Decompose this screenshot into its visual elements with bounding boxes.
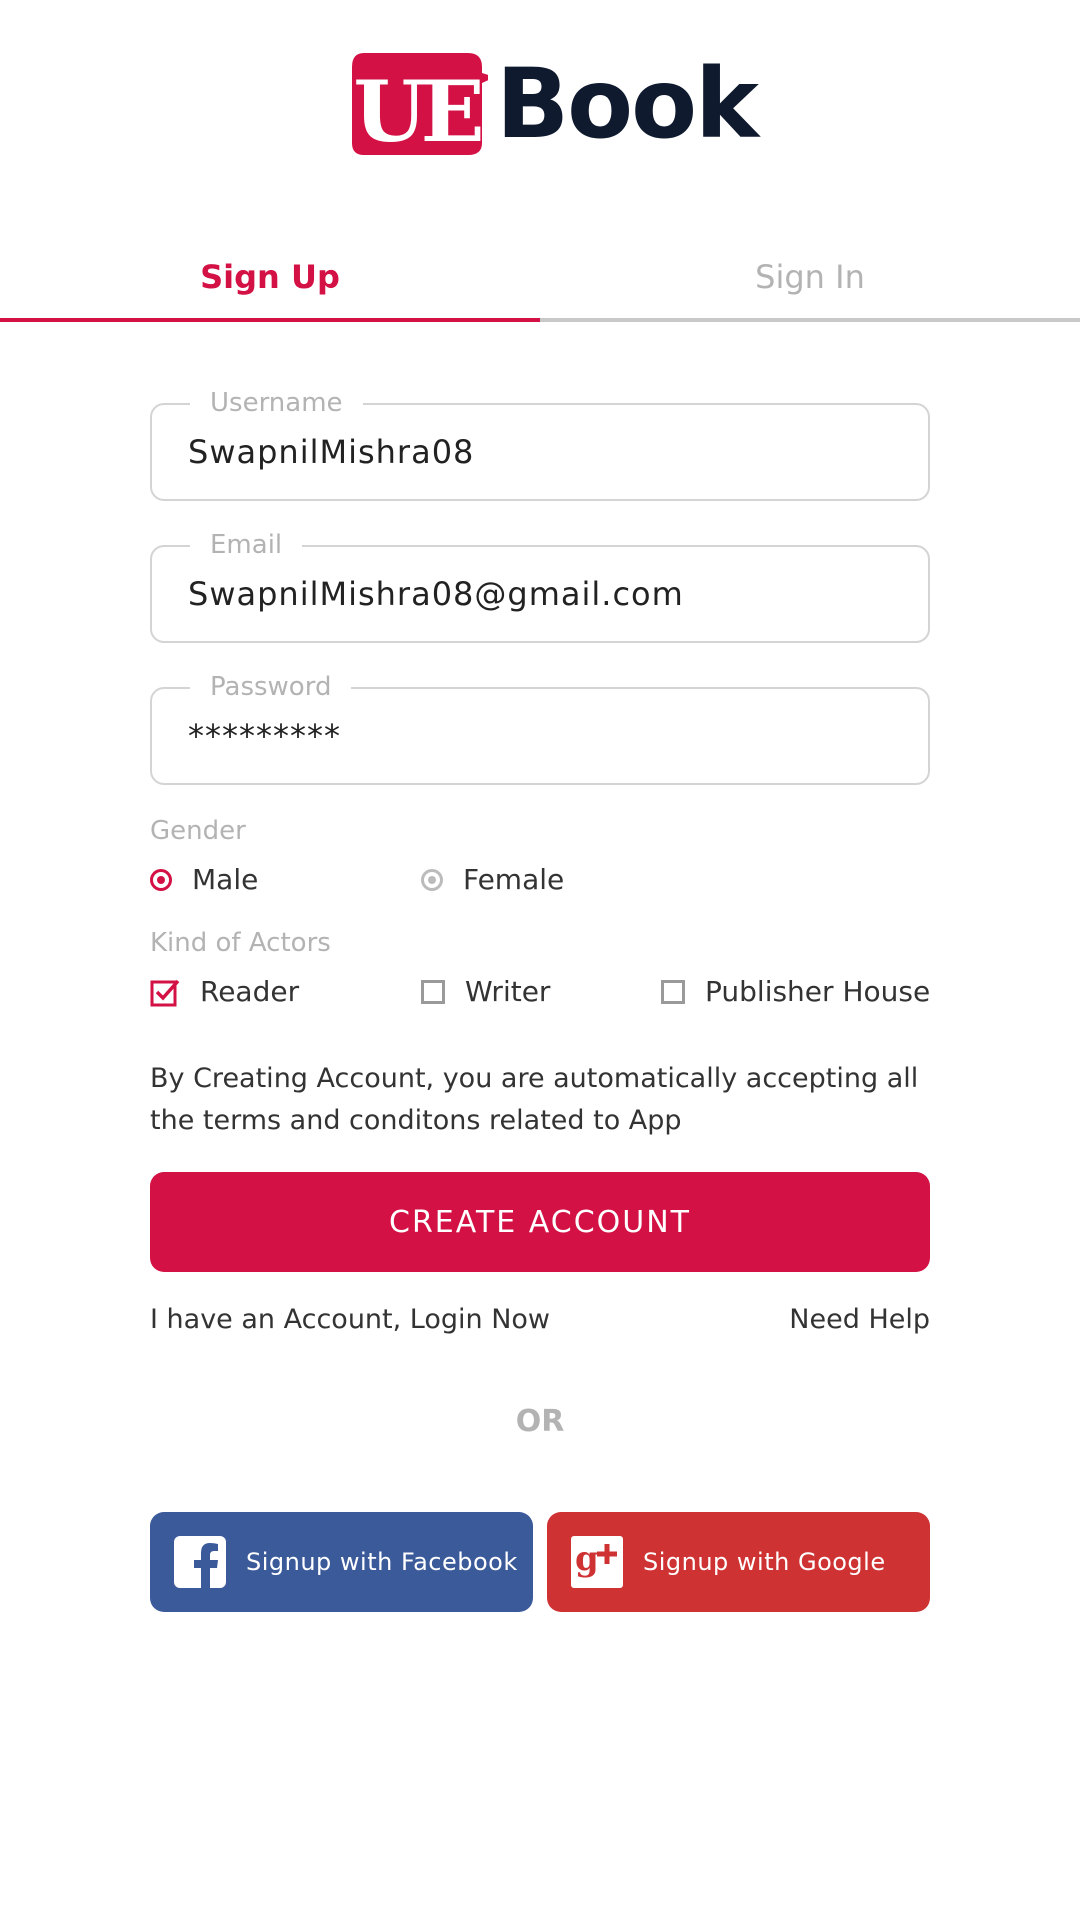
gender-option-male[interactable]: Male [150, 863, 258, 896]
tab-active-indicator [0, 318, 540, 322]
facebook-button-label: Signup with Facebook [246, 1548, 518, 1576]
actor-option-publisher-house[interactable]: Publisher House [661, 975, 930, 1008]
app-logo: UE Book [350, 48, 759, 160]
email-field: Email [150, 529, 930, 643]
google-button-label: Signup with Google [643, 1548, 886, 1576]
google-plus-icon: g [571, 1536, 623, 1588]
username-field: Username [150, 387, 930, 501]
tab-sign-in[interactable]: Sign In [540, 230, 1080, 324]
gender-option-label: Male [192, 863, 259, 896]
actor-option-label: Reader [200, 975, 300, 1008]
auth-tabs: Sign Up Sign In [0, 230, 1080, 324]
checkbox-unchecked-icon[interactable] [661, 979, 685, 1004]
actor-option-reader[interactable]: Reader [150, 975, 299, 1008]
signup-facebook-button[interactable]: Signup with Facebook [150, 1512, 533, 1612]
radio-unselected-icon[interactable] [421, 868, 443, 891]
gender-option-label: Female [463, 863, 565, 896]
password-input[interactable] [188, 689, 888, 783]
actor-option-label: Publisher House [705, 975, 931, 1008]
create-account-button[interactable]: CREATE ACCOUNT [150, 1172, 930, 1272]
actors-label: Kind of Actors [150, 928, 331, 958]
password-field: Password [150, 671, 930, 785]
gender-option-female[interactable]: Female [421, 863, 564, 896]
terms-text: By Creating Account, you are automatical… [150, 1063, 919, 1136]
signup-google-button[interactable]: g Signup with Google [547, 1512, 930, 1612]
checkbox-unchecked-icon[interactable] [421, 979, 445, 1004]
facebook-icon [174, 1536, 226, 1588]
tab-sign-up[interactable]: Sign Up [0, 230, 540, 324]
login-now-link[interactable]: I have an Account, Login Now [150, 1304, 550, 1335]
actor-option-writer[interactable]: Writer [421, 975, 550, 1008]
checkbox-checked-icon[interactable] [150, 977, 180, 1007]
or-divider: OR [515, 1404, 565, 1439]
actor-option-label: Writer [465, 975, 551, 1008]
radio-selected-icon[interactable] [150, 868, 172, 891]
username-input[interactable] [188, 405, 888, 499]
logo-mark-text: UE [353, 62, 480, 157]
logo-text: Book [496, 48, 759, 160]
need-help-link[interactable]: Need Help [789, 1304, 930, 1335]
gender-label: Gender [150, 816, 246, 846]
email-input[interactable] [188, 547, 888, 641]
ue-logo-mark: UE [352, 53, 488, 157]
svg-text:g: g [575, 1539, 599, 1579]
